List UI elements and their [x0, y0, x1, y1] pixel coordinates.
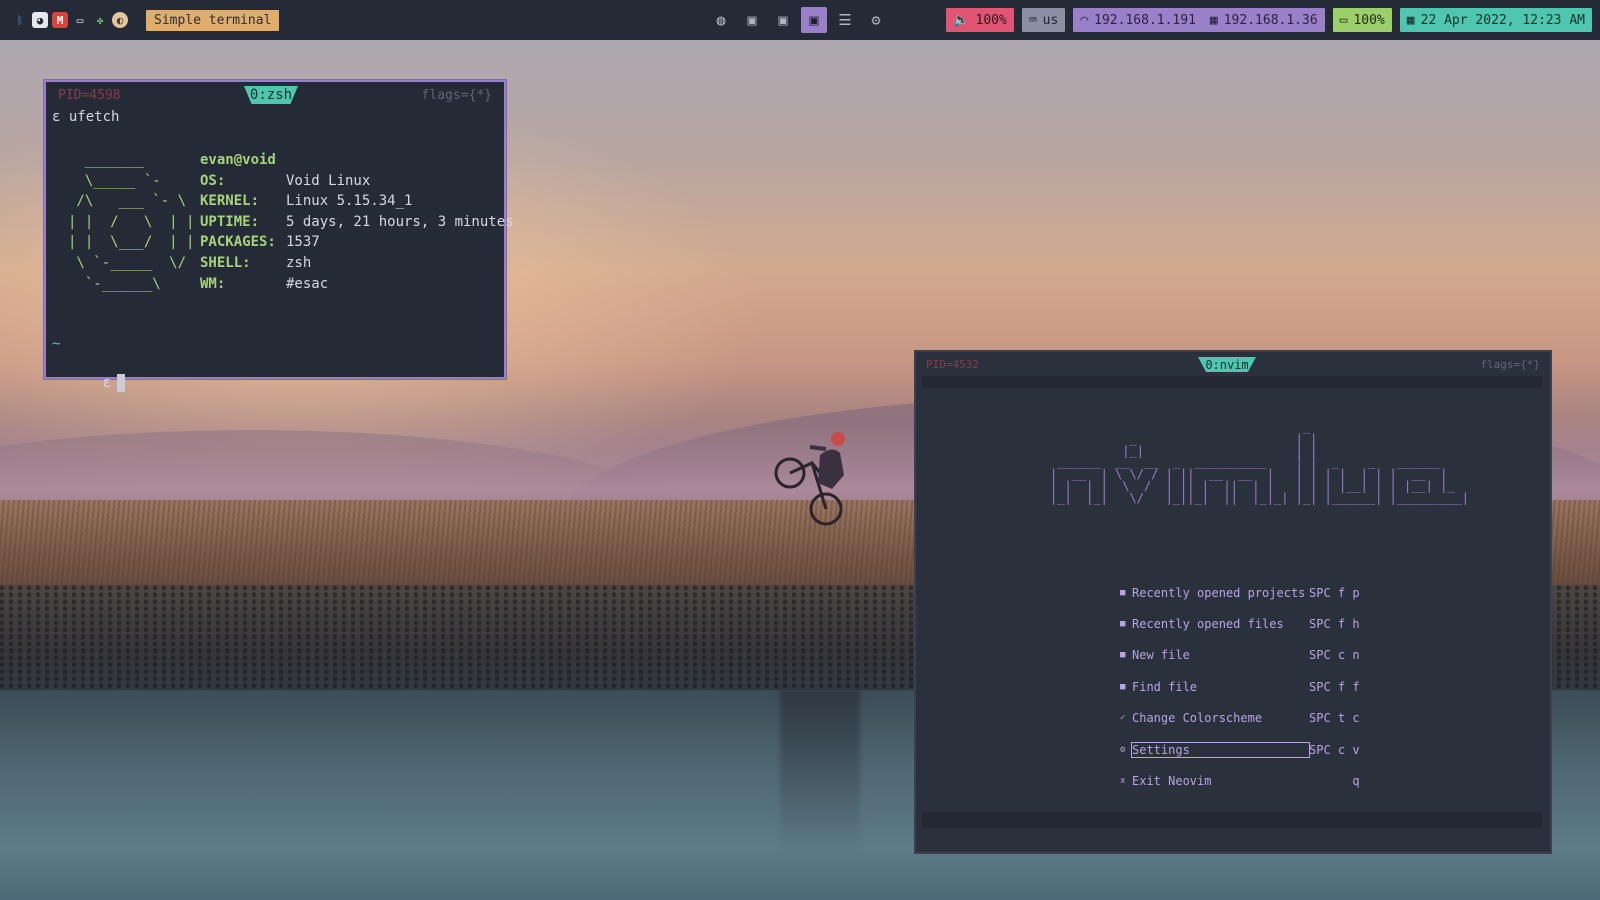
cwd-tilde: ~	[52, 336, 61, 352]
status-widgets: 🔈 100% ⌨ us ◠ 192.168.1.191 ▦ 192.168.1.…	[946, 8, 1592, 32]
tag-terminal-icon-2[interactable]: ▣	[770, 7, 796, 33]
user-host: evan@void	[200, 152, 276, 168]
menu-item-colorscheme[interactable]: ✓ Change Colorscheme SPC t c	[1120, 703, 1369, 734]
discord-icon[interactable]: ◕	[32, 12, 48, 28]
top-status-bar: ᛒ ◕ M ▭ ✤ ◐ Simple terminal ◍ ▣ ▣ ▣ ☰ ⚙ …	[0, 0, 1600, 40]
ufetch-info: evan@void OS: Void Linux KERNEL: Linux 5.1…	[200, 150, 514, 294]
shortcut: SPC c v	[1309, 742, 1360, 757]
ethernet-ip: 192.168.1.36	[1223, 12, 1318, 28]
battery-level: 100%	[1353, 12, 1385, 28]
battery-widget[interactable]: ▭ 100%	[1332, 8, 1392, 32]
bluetooth-icon[interactable]: ᛒ	[12, 12, 28, 28]
puzzle-icon[interactable]: ✤	[92, 12, 108, 28]
info-row: SHELL: zsh	[200, 254, 312, 271]
terminal-header: PID=4532 0:nvim flags={*}	[916, 352, 1550, 374]
gear-icon: ⚙	[1120, 744, 1126, 755]
terminal-window-zsh[interactable]: PID=4598 0:zsh flags={*} ε ufetch ______…	[44, 80, 514, 392]
wifi-ip: 192.168.1.191	[1094, 12, 1196, 28]
calendar-icon: ▦	[1406, 12, 1415, 28]
menu-item-find-file[interactable]: ■ Find file SPC f f	[1120, 671, 1369, 702]
search-file-icon: ■	[1120, 681, 1126, 692]
globe-icon[interactable]: ◐	[112, 12, 128, 28]
tag-browser-globe-icon[interactable]: ◍	[708, 7, 734, 33]
info-row: WM: #esac	[200, 275, 329, 292]
keyboard-layout-widget[interactable]: ⌨ us	[1021, 8, 1066, 32]
tab-label[interactable]: 0:nvim	[1198, 357, 1256, 372]
prompt-symbol: ε	[102, 375, 112, 391]
tag-terminal-icon[interactable]: ▣	[739, 7, 765, 33]
ethernet-icon: ▦	[1209, 12, 1218, 28]
menu-item-new-file[interactable]: ■ New file SPC c n	[1120, 640, 1369, 671]
focused-window-title: Simple terminal	[146, 9, 280, 31]
shortcut: SPC f p	[1309, 585, 1360, 600]
tag-chat-icon[interactable]: ☰	[832, 7, 858, 33]
info-row: KERNEL: Linux 5.15.34_1	[200, 193, 413, 210]
shortcut: SPC f f	[1309, 679, 1360, 694]
terminal-window-nvim[interactable]: PID=4532 0:nvim flags={*} _ _ | | |_| | …	[914, 350, 1552, 854]
info-row: PACKAGES: 1537	[200, 234, 320, 251]
flags-label: flags={*}	[421, 88, 492, 103]
bookmark-icon: ■	[1120, 587, 1126, 598]
shortcut: SPC c n	[1309, 648, 1360, 663]
shortcut: q	[1309, 774, 1360, 789]
pid-label: PID=4532	[926, 358, 979, 371]
pid-label: PID=4598	[58, 88, 121, 103]
workspace-tags: ◍ ▣ ▣ ▣ ☰ ⚙	[708, 7, 889, 33]
nvim-ascii-logo: _ _ | | |_| | | ______ __ __ _ _________…	[1050, 420, 1470, 505]
new-file-icon: ■	[1120, 650, 1126, 661]
tab-label[interactable]: 0:zsh	[244, 86, 298, 104]
tag-terminal-icon-active[interactable]: ▣	[801, 7, 827, 33]
menu-item-recent-files[interactable]: ■ Recently opened files SPC f h	[1120, 608, 1369, 639]
clock-widget[interactable]: ▦ 22 Apr 2022, 12:23 AM	[1399, 8, 1592, 32]
brush-icon: ✓	[1120, 713, 1126, 724]
system-tray: ᛒ ◕ M ▭ ✤ ◐	[0, 12, 128, 28]
file-icon: ■	[1120, 619, 1126, 630]
wifi-icon: ◠	[1080, 12, 1089, 28]
dashboard-menu: ■ Recently opened projects SPC f p ■ Rec…	[1120, 577, 1369, 797]
shortcut: SPC f h	[1309, 617, 1360, 632]
text-cursor	[117, 374, 126, 392]
info-row: UPTIME: 5 days, 21 hours, 3 minutes	[200, 213, 514, 230]
keyboard-icon: ⌨	[1028, 12, 1037, 28]
terminal-header: PID=4598 0:zsh flags={*}	[46, 82, 504, 106]
nvim-statusline	[922, 812, 1542, 828]
nvim-tabline	[922, 376, 1542, 388]
close-icon: x	[1120, 776, 1126, 787]
flags-label: flags={*}	[1480, 358, 1540, 371]
command-line: ε ufetch	[52, 109, 120, 125]
void-ascii-logo: _______ \_____ `- /\ ___ `- \ | | / \ | …	[68, 152, 195, 292]
tag-gear-icon[interactable]: ⚙	[863, 7, 889, 33]
volume-widget[interactable]: 🔈 100%	[946, 8, 1014, 32]
info-row: OS: Void Linux	[200, 172, 371, 189]
monitor-icon[interactable]: ▭	[72, 12, 88, 28]
menu-item-exit[interactable]: x Exit Neovim q	[1120, 765, 1369, 796]
battery-icon: ▭	[1339, 12, 1348, 28]
bike-rider-silhouette	[774, 432, 845, 526]
gmail-icon[interactable]: M	[52, 12, 68, 28]
network-widget[interactable]: ◠ 192.168.1.191 ▦ 192.168.1.36	[1073, 8, 1325, 32]
rider-reflection	[780, 690, 860, 850]
datetime-text: 22 Apr 2022, 12:23 AM	[1420, 12, 1585, 28]
shortcut: SPC t c	[1309, 711, 1360, 726]
volume-level: 100%	[975, 12, 1007, 28]
menu-item-settings[interactable]: ⚙ Settings SPC c v	[1120, 734, 1369, 765]
speaker-icon: 🔈	[953, 12, 970, 28]
menu-item-recent-projects[interactable]: ■ Recently opened projects SPC f p	[1120, 577, 1369, 608]
prompt-line[interactable]: ε	[52, 358, 126, 408]
keyboard-layout-text: us	[1042, 12, 1059, 28]
